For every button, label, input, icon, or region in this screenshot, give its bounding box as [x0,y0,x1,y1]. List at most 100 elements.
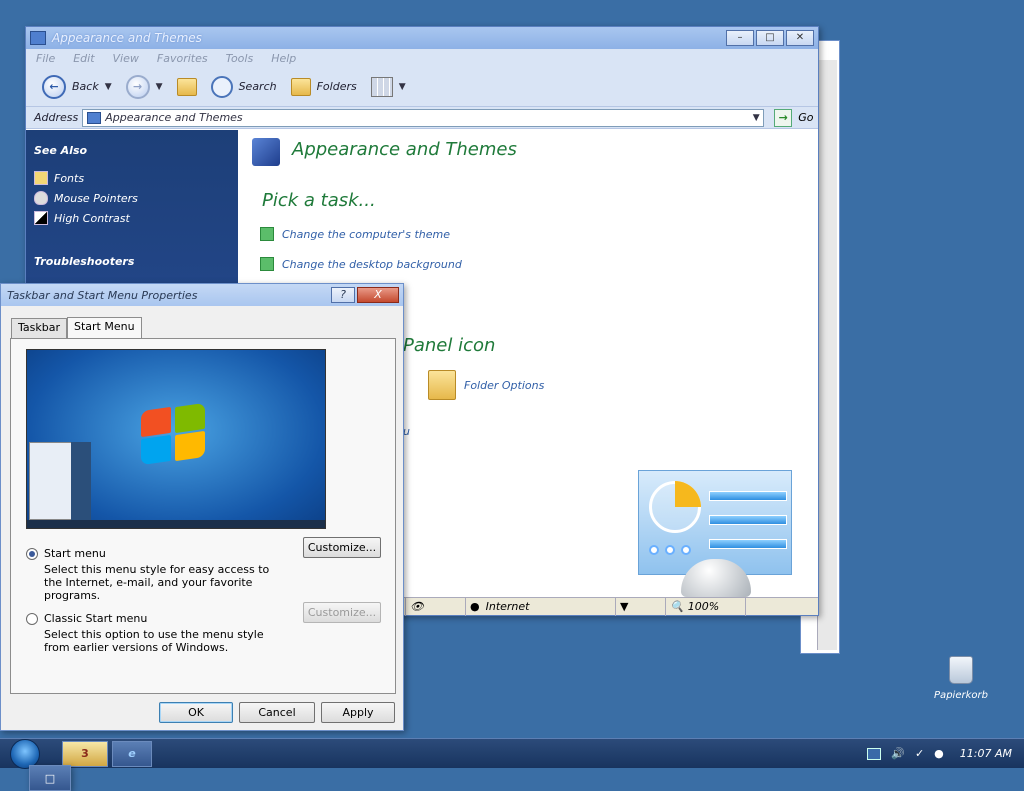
search-label: Search [238,80,277,93]
tab-start-menu[interactable]: Start Menu [67,317,142,339]
security-dropdown[interactable]: ▼ [616,597,666,616]
apply-button[interactable]: Apply [321,702,395,723]
sidebar-item-label: Fonts [54,171,85,185]
maximize-button[interactable]: □ [756,30,784,46]
folders-button[interactable]: Folders [287,77,361,96]
taskbar-properties-dialog: Taskbar and Start Menu Properties ? X Ta… [0,283,404,731]
fonts-folder-icon [34,171,48,185]
dialog-titlebar[interactable]: Taskbar and Start Menu Properties ? X [1,284,403,306]
help-button[interactable]: ? [331,287,355,303]
folder-options-icon [428,370,456,400]
recycle-bin-icon [949,656,973,684]
customize-button[interactable]: Customize... [303,537,381,558]
cancel-button[interactable]: Cancel [239,702,315,723]
category-title: Appearance and Themes [292,139,517,160]
go-label: Go [798,111,814,124]
back-button[interactable]: ← Back ▼ [38,74,116,99]
task-label: Change the computer's theme [282,227,450,241]
task-change-background[interactable]: Change the desktop background [260,257,462,271]
go-arrow-icon: → [774,108,793,127]
start-menu-radio[interactable] [26,547,38,560]
privacy-eye-icon: 👁 [406,597,466,616]
minimize-button[interactable]: – [726,30,754,46]
menu-help[interactable]: Help [271,52,296,65]
internet-explorer-icon: e [128,747,136,760]
sidebar-item-label: Mouse Pointers [54,191,138,205]
classic-start-menu-option[interactable]: Classic Start menu [26,612,147,625]
update-icon[interactable]: ● [934,747,944,760]
views-button[interactable]: ▼ [367,76,410,97]
up-button[interactable] [173,77,201,96]
taskbar-folders-group[interactable]: 3 [62,740,108,767]
taskbar-window-button[interactable]: □ [29,765,71,791]
clock[interactable]: 11:07 AM [960,747,1012,760]
back-dropdown-icon[interactable]: ▼ [105,82,112,92]
see-also-heading: See Also [34,144,88,157]
back-label: Back [72,80,99,93]
menu-tools[interactable]: Tools [226,52,254,65]
classic-start-menu-radio[interactable] [26,612,38,625]
control-panel-illustration [638,470,792,597]
forward-button[interactable]: → ▼ [122,74,167,99]
search-icon [210,75,233,98]
back-arrow-icon: ← [42,74,66,99]
views-dropdown-icon: ▼ [398,81,406,92]
sidebar-item-label: High Contrast [54,211,130,225]
zoom-control[interactable]: 🔍 100% [666,597,746,616]
status-zone: Internet [485,600,530,613]
close-button[interactable]: ✕ [786,30,814,46]
pick-task-title: Pick a task... [262,190,376,211]
folders-icon [290,77,311,96]
menu-view[interactable]: View [113,52,139,65]
start-button[interactable] [10,738,40,769]
sidebar-item-fonts[interactable]: Fonts [34,171,230,185]
mouse-icon [34,191,48,205]
appearance-themes-icon [252,138,280,166]
views-icon [370,76,393,97]
explorer-title: Appearance and Themes [52,31,202,45]
search-button[interactable]: Search [207,75,281,98]
system-tray: 🔊 ✓ ● 11:07 AM [867,747,1024,760]
task-icon [260,257,274,271]
taskbar: 3 e □ 🔊 ✓ ● 11:07 AM [0,738,1024,791]
address-bar: Address Appearance and Themes ▼ → Go [26,107,818,129]
taskbar-internet-explorer[interactable]: e [112,740,152,767]
dialog-close-button[interactable]: X [357,287,399,303]
menu-bar: File Edit View Favorites Tools Help [26,49,818,67]
dialog-title: Taskbar and Start Menu Properties [7,288,198,302]
zoom-value: 100% [687,600,720,613]
recycle-bin-label: Papierkorb [934,690,988,701]
go-button[interactable]: → Go [774,108,814,127]
start-menu-panel: Start menu Select this menu style for ea… [10,338,396,694]
network-icon[interactable]: ✓ [915,747,924,760]
partial-link-text: u [403,425,410,438]
start-menu-option[interactable]: Start menu [26,547,106,560]
address-input[interactable]: Appearance and Themes ▼ [82,108,765,127]
start-menu-preview [26,349,326,529]
menu-edit[interactable]: Edit [73,52,94,65]
address-label: Address [34,111,79,124]
folder-options-link[interactable]: Folder Options [428,370,544,400]
tab-taskbar[interactable]: Taskbar [11,318,67,338]
task-label: Change the desktop background [282,257,462,271]
menu-favorites[interactable]: Favorites [157,52,208,65]
menu-file[interactable]: File [36,52,55,65]
task-icon [260,227,274,241]
window-icon: □ [44,771,56,785]
recycle-bin[interactable]: Papierkorb [924,656,998,701]
volume-icon[interactable]: 🔊 [891,747,905,760]
ok-button[interactable]: OK [159,702,233,723]
troubleshooters-heading: Troubleshooters [34,255,135,268]
classic-start-menu-label: Classic Start menu [44,612,148,625]
sidebar-item-high-contrast[interactable]: High Contrast [34,211,230,225]
sidebar-item-mouse-pointers[interactable]: Mouse Pointers [34,191,230,205]
classic-customize-button: Customize... [303,602,381,623]
classic-start-menu-description: Select this option to use the menu style… [44,628,264,654]
address-dropdown-icon[interactable]: ▼ [749,113,763,123]
panel-icon-title: Panel icon [403,335,496,356]
explorer-titlebar[interactable]: Appearance and Themes – □ ✕ [26,27,818,49]
forward-dropdown-icon[interactable]: ▼ [156,82,163,92]
task-change-theme[interactable]: Change the computer's theme [260,227,450,241]
control-panel-icon [30,31,46,45]
keyboard-icon[interactable] [867,747,882,760]
